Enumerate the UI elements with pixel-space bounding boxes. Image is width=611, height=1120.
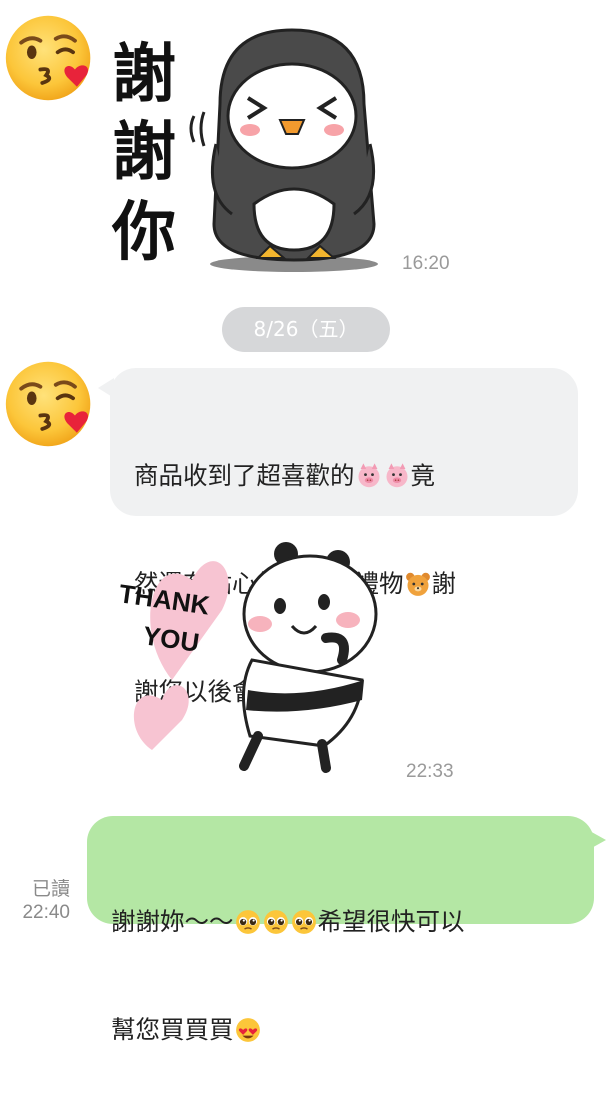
message-text-line: 幫您買買買 <box>111 1015 234 1044</box>
sticker-text: YOU <box>141 620 201 658</box>
sticker-text-char: 謝 <box>112 116 176 190</box>
sender-avatar[interactable] <box>2 356 98 452</box>
pig-emoji-icon <box>386 463 407 488</box>
panda-thank-you-sticker[interactable]: THANK YOU <box>112 540 392 780</box>
pleading-face-emoji-icon <box>290 909 317 935</box>
message-text-line: 謝 <box>431 569 457 598</box>
message-text-line: 謝謝妳～～ <box>111 907 234 936</box>
read-receipt: 已讀 <box>31 878 70 900</box>
pleading-face-emoji-icon <box>262 909 289 935</box>
sticker-text-char: 謝 <box>112 38 176 112</box>
message-text-line: 竟 <box>410 461 436 490</box>
heart-eyes-emoji-icon <box>235 1018 260 1042</box>
penguin-thanks-sticker[interactable]: 謝 謝 你 <box>108 24 398 274</box>
sender-avatar[interactable] <box>2 10 98 106</box>
pleading-face-emoji-icon <box>234 909 261 935</box>
outgoing-message-bubble[interactable]: 謝謝妳～～ 希望很快可以 幫您買買買 <box>87 816 594 1044</box>
message-time: 16:20 <box>402 253 450 274</box>
pig-emoji-icon <box>358 463 379 488</box>
message-text-line: 希望很快可以 <box>317 907 465 936</box>
bear-emoji-icon <box>405 572 430 596</box>
message-time: 22:33 <box>406 761 454 782</box>
sticker-text-char: 你 <box>111 196 176 270</box>
message-text-line: 商品收到了超喜歡的 <box>134 461 355 490</box>
incoming-message-bubble[interactable]: 商品收到了超喜歡的竟 然還有貼心紙條跟小禮物謝 謝您以後會常購買的 <box>110 368 578 706</box>
message-time: 22:40 <box>22 902 70 923</box>
date-divider: 8/26（五） <box>222 307 390 352</box>
